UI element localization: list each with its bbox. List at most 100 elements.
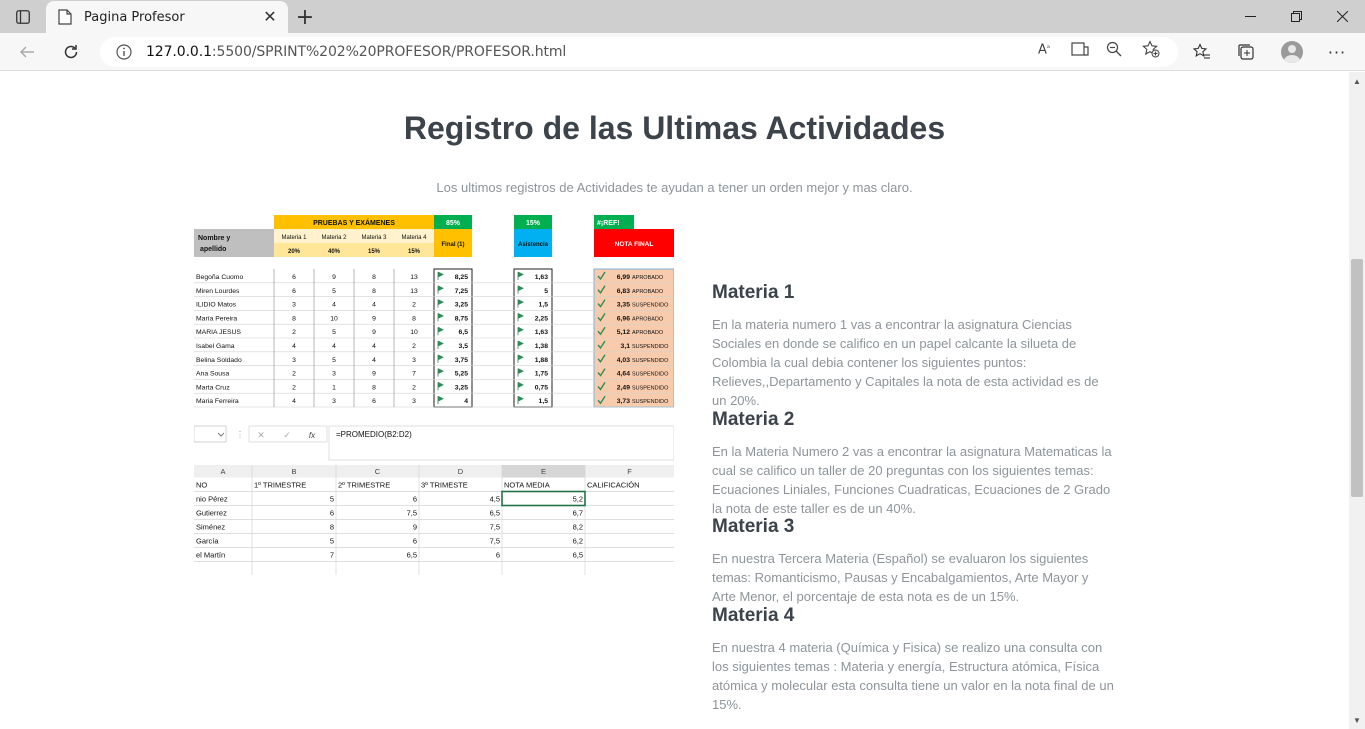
nota-header-text: NOTA FINAL <box>615 241 654 248</box>
column-letter: F <box>627 467 632 476</box>
estado-text: SUSPENDIDO <box>632 344 669 350</box>
read-aloud-icon[interactable]: Aₐ <box>1034 40 1054 58</box>
asistencia-value: 2,25 <box>535 315 548 322</box>
info-icon[interactable] <box>116 44 132 60</box>
new-tab-button[interactable]: + <box>293 5 317 30</box>
sheet-cell: 8,2 <box>573 523 583 532</box>
materia-description: En la materia numero 1 vas a encontrar l… <box>712 317 1099 408</box>
materia-grade: 3 <box>412 357 416 364</box>
immersive-reader-icon[interactable] <box>1070 40 1090 58</box>
more-options-icon[interactable]: ··· <box>1322 37 1352 67</box>
materia-grade: 9 <box>372 329 376 336</box>
student-name: Miren Lourdes <box>196 288 240 295</box>
materia-title: Materia 4 <box>712 605 795 626</box>
nota-final-value: 2,49 <box>617 384 630 391</box>
avatar <box>1281 41 1303 63</box>
favorites-icon[interactable] <box>1187 37 1217 67</box>
materia-grade: 3 <box>292 302 296 309</box>
browser-toolbar: 127.0.0.1:5500/SPRINT%202%20PROFESOR/PRO… <box>0 33 1365 71</box>
materia-grade: 6 <box>372 398 376 405</box>
flag-icon <box>437 368 444 377</box>
profile-button[interactable] <box>1277 37 1307 67</box>
pct-asistencia-text: 15% <box>526 220 541 227</box>
nota-final-value: 6,83 <box>617 288 630 295</box>
restore-button[interactable] <box>1273 0 1319 33</box>
column-header-band <box>194 465 674 478</box>
peso-header-text: 15% <box>408 249 421 255</box>
column-letter: C <box>375 467 381 476</box>
materia-grade: 10 <box>330 315 338 322</box>
materia-3: Materia 3 En nuestra Tercera Materia (Es… <box>712 516 1114 606</box>
nota-final-value: 3,73 <box>617 398 630 405</box>
scroll-up-icon[interactable]: ▲ <box>1349 74 1365 88</box>
sheet-cell: 5 <box>330 495 334 504</box>
browser-tab[interactable]: Pagina Profesor ✕ <box>46 1 288 33</box>
materia-grade: 8 <box>372 274 376 281</box>
materia-grade: 10 <box>410 329 418 336</box>
flag-icon <box>437 299 444 308</box>
page-title: Registro de las Ultimas Actividades <box>403 110 946 146</box>
scroll-down-icon[interactable]: ▼ <box>1349 713 1365 727</box>
estado-text: SUSPENDIDO <box>632 399 669 405</box>
asistencia-value: 1,63 <box>535 274 548 281</box>
materia-grade: 4 <box>332 343 336 350</box>
nota-final-value: 3,1 <box>621 343 631 350</box>
collections-icon[interactable] <box>1231 37 1261 67</box>
nota-final-value: 5,12 <box>617 329 630 336</box>
page-scrollbar[interactable]: ▲ ▼ <box>1349 72 1365 729</box>
final-grade: 3,5 <box>459 343 469 350</box>
nombre-header-text: apellido <box>200 246 226 253</box>
flag-icon <box>517 382 524 391</box>
flag-icon <box>517 285 524 294</box>
asistencia-value: 1,5 <box>539 398 549 405</box>
flag-icon <box>517 313 524 322</box>
asistencia-value: 1,38 <box>535 343 548 350</box>
flag-icon <box>437 354 444 363</box>
materia-grade: 9 <box>372 315 376 322</box>
peso-header-text: 40% <box>328 249 341 255</box>
add-favorite-icon[interactable] <box>1141 40 1161 58</box>
separator-icon: ⋮ <box>236 430 244 439</box>
nombre-header-text: Nombre y <box>198 235 230 242</box>
address-bar[interactable]: 127.0.0.1:5500/SPRINT%202%20PROFESOR/PRO… <box>100 37 1178 67</box>
zoom-out-icon[interactable] <box>1104 40 1124 58</box>
materia-4: Materia 4 En nuestra 4 materia (Química … <box>712 605 1114 714</box>
materia-grade: 4 <box>372 357 376 364</box>
materia-grade: 8 <box>412 315 416 322</box>
back-button[interactable] <box>12 37 42 67</box>
minimize-button[interactable] <box>1227 0 1273 33</box>
materia-grade: 4 <box>292 343 296 350</box>
refresh-button[interactable] <box>56 37 86 67</box>
sheet-header-cell: NO <box>196 481 207 490</box>
final-grade: 8,25 <box>455 274 468 281</box>
sheet-cell: 9 <box>413 523 417 532</box>
close-tab-icon[interactable]: ✕ <box>258 5 282 29</box>
sheet-cell: García <box>196 537 219 546</box>
asistencia-value: 1,88 <box>535 357 548 364</box>
materia-description: En la Materia Numero 2 vas a encontrar l… <box>712 444 1112 516</box>
flag-icon <box>437 271 444 280</box>
scrollbar-thumb[interactable] <box>1351 259 1363 497</box>
materia-grade: 9 <box>332 274 336 281</box>
close-window-button[interactable] <box>1319 0 1365 33</box>
final-grade: 7,25 <box>455 288 468 295</box>
url-text: 127.0.0.1:5500/SPRINT%202%20PROFESOR/PRO… <box>146 44 567 60</box>
materia-title: Materia 3 <box>712 516 795 537</box>
arrow-left-icon <box>19 46 34 58</box>
column-letter: B <box>291 467 296 476</box>
asistencia-value: 0,75 <box>535 384 548 391</box>
flag-icon <box>437 313 444 322</box>
sheet-cell: 6,5 <box>407 551 417 560</box>
materia-description: En nuestra 4 materia (Química y Fisica) … <box>712 640 1114 712</box>
tab-title: Pagina Profesor <box>84 9 185 25</box>
tab-actions-icon[interactable] <box>8 5 38 29</box>
nota-final-value: 4,64 <box>617 371 630 378</box>
materia-grade: 6 <box>292 288 296 295</box>
flag-icon <box>517 299 524 308</box>
student-name: Isabel Gama <box>196 343 235 350</box>
final-grade: 6,5 <box>459 329 469 336</box>
materia-grade: 2 <box>412 302 416 309</box>
fx-icon: fx <box>309 431 316 440</box>
final-grade: 8,75 <box>455 315 468 322</box>
sheet-header-cell: CALIFICACIÓN <box>587 481 640 490</box>
